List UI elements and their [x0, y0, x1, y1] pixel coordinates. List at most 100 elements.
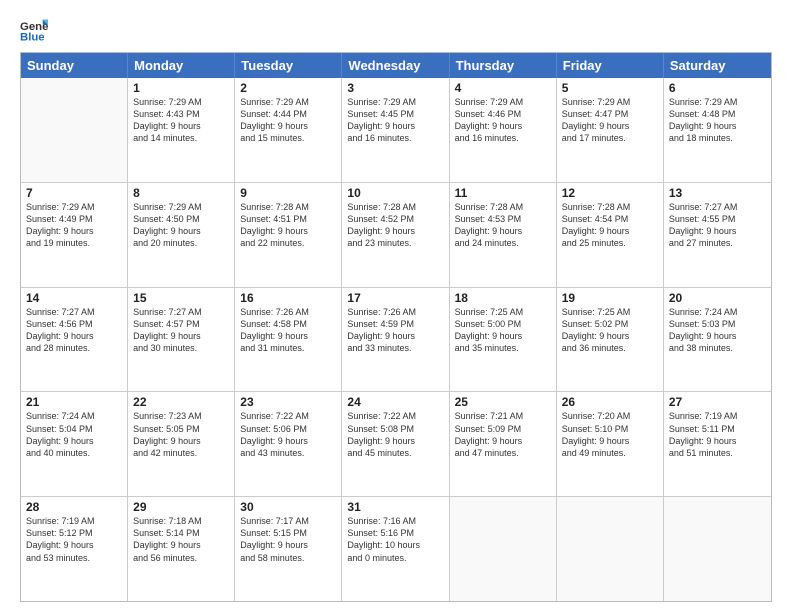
- calendar-cell: [557, 497, 664, 601]
- day-number: 20: [669, 291, 766, 305]
- calendar-cell: 7Sunrise: 7:29 AM Sunset: 4:49 PM Daylig…: [21, 183, 128, 287]
- day-number: 9: [240, 186, 336, 200]
- day-info: Sunrise: 7:25 AM Sunset: 5:02 PM Dayligh…: [562, 306, 658, 355]
- day-number: 31: [347, 500, 443, 514]
- calendar-cell: 3Sunrise: 7:29 AM Sunset: 4:45 PM Daylig…: [342, 78, 449, 182]
- day-info: Sunrise: 7:27 AM Sunset: 4:55 PM Dayligh…: [669, 201, 766, 250]
- calendar-cell: 11Sunrise: 7:28 AM Sunset: 4:53 PM Dayli…: [450, 183, 557, 287]
- header-cell-thursday: Thursday: [450, 53, 557, 78]
- day-info: Sunrise: 7:24 AM Sunset: 5:04 PM Dayligh…: [26, 410, 122, 459]
- calendar-cell: 2Sunrise: 7:29 AM Sunset: 4:44 PM Daylig…: [235, 78, 342, 182]
- day-number: 21: [26, 395, 122, 409]
- calendar-cell: 21Sunrise: 7:24 AM Sunset: 5:04 PM Dayli…: [21, 392, 128, 496]
- calendar-cell: 6Sunrise: 7:29 AM Sunset: 4:48 PM Daylig…: [664, 78, 771, 182]
- calendar-cell: 27Sunrise: 7:19 AM Sunset: 5:11 PM Dayli…: [664, 392, 771, 496]
- day-number: 17: [347, 291, 443, 305]
- header-cell-sunday: Sunday: [21, 53, 128, 78]
- day-number: 22: [133, 395, 229, 409]
- calendar-row: 14Sunrise: 7:27 AM Sunset: 4:56 PM Dayli…: [21, 288, 771, 393]
- calendar-row: 28Sunrise: 7:19 AM Sunset: 5:12 PM Dayli…: [21, 497, 771, 601]
- day-number: 2: [240, 81, 336, 95]
- day-info: Sunrise: 7:28 AM Sunset: 4:54 PM Dayligh…: [562, 201, 658, 250]
- logo-icon: General Blue: [20, 16, 48, 44]
- calendar-cell: 22Sunrise: 7:23 AM Sunset: 5:05 PM Dayli…: [128, 392, 235, 496]
- day-info: Sunrise: 7:28 AM Sunset: 4:51 PM Dayligh…: [240, 201, 336, 250]
- calendar-cell: 15Sunrise: 7:27 AM Sunset: 4:57 PM Dayli…: [128, 288, 235, 392]
- day-info: Sunrise: 7:27 AM Sunset: 4:56 PM Dayligh…: [26, 306, 122, 355]
- calendar-cell: 5Sunrise: 7:29 AM Sunset: 4:47 PM Daylig…: [557, 78, 664, 182]
- day-number: 18: [455, 291, 551, 305]
- page-header: General Blue: [20, 16, 772, 44]
- calendar-cell: 9Sunrise: 7:28 AM Sunset: 4:51 PM Daylig…: [235, 183, 342, 287]
- calendar-cell: 12Sunrise: 7:28 AM Sunset: 4:54 PM Dayli…: [557, 183, 664, 287]
- day-info: Sunrise: 7:22 AM Sunset: 5:08 PM Dayligh…: [347, 410, 443, 459]
- calendar-cell: 31Sunrise: 7:16 AM Sunset: 5:16 PM Dayli…: [342, 497, 449, 601]
- day-info: Sunrise: 7:28 AM Sunset: 4:53 PM Dayligh…: [455, 201, 551, 250]
- calendar-cell: 19Sunrise: 7:25 AM Sunset: 5:02 PM Dayli…: [557, 288, 664, 392]
- calendar-cell: 28Sunrise: 7:19 AM Sunset: 5:12 PM Dayli…: [21, 497, 128, 601]
- day-number: 8: [133, 186, 229, 200]
- day-number: 26: [562, 395, 658, 409]
- day-number: 29: [133, 500, 229, 514]
- day-number: 13: [669, 186, 766, 200]
- calendar-cell: [450, 497, 557, 601]
- calendar-cell: 4Sunrise: 7:29 AM Sunset: 4:46 PM Daylig…: [450, 78, 557, 182]
- day-number: 25: [455, 395, 551, 409]
- day-info: Sunrise: 7:29 AM Sunset: 4:49 PM Dayligh…: [26, 201, 122, 250]
- calendar-cell: [21, 78, 128, 182]
- logo: General Blue: [20, 16, 52, 44]
- header-cell-tuesday: Tuesday: [235, 53, 342, 78]
- day-number: 7: [26, 186, 122, 200]
- day-info: Sunrise: 7:26 AM Sunset: 4:58 PM Dayligh…: [240, 306, 336, 355]
- header-cell-friday: Friday: [557, 53, 664, 78]
- day-info: Sunrise: 7:22 AM Sunset: 5:06 PM Dayligh…: [240, 410, 336, 459]
- day-number: 1: [133, 81, 229, 95]
- day-info: Sunrise: 7:29 AM Sunset: 4:46 PM Dayligh…: [455, 96, 551, 145]
- day-number: 3: [347, 81, 443, 95]
- day-number: 5: [562, 81, 658, 95]
- day-info: Sunrise: 7:29 AM Sunset: 4:45 PM Dayligh…: [347, 96, 443, 145]
- day-info: Sunrise: 7:23 AM Sunset: 5:05 PM Dayligh…: [133, 410, 229, 459]
- day-info: Sunrise: 7:29 AM Sunset: 4:50 PM Dayligh…: [133, 201, 229, 250]
- day-number: 23: [240, 395, 336, 409]
- day-info: Sunrise: 7:29 AM Sunset: 4:44 PM Dayligh…: [240, 96, 336, 145]
- calendar-cell: 16Sunrise: 7:26 AM Sunset: 4:58 PM Dayli…: [235, 288, 342, 392]
- day-info: Sunrise: 7:18 AM Sunset: 5:14 PM Dayligh…: [133, 515, 229, 564]
- header-cell-monday: Monday: [128, 53, 235, 78]
- day-info: Sunrise: 7:20 AM Sunset: 5:10 PM Dayligh…: [562, 410, 658, 459]
- header-cell-wednesday: Wednesday: [342, 53, 449, 78]
- day-info: Sunrise: 7:26 AM Sunset: 4:59 PM Dayligh…: [347, 306, 443, 355]
- calendar-cell: 24Sunrise: 7:22 AM Sunset: 5:08 PM Dayli…: [342, 392, 449, 496]
- day-info: Sunrise: 7:28 AM Sunset: 4:52 PM Dayligh…: [347, 201, 443, 250]
- day-info: Sunrise: 7:19 AM Sunset: 5:12 PM Dayligh…: [26, 515, 122, 564]
- svg-text:Blue: Blue: [20, 32, 45, 44]
- day-info: Sunrise: 7:16 AM Sunset: 5:16 PM Dayligh…: [347, 515, 443, 564]
- calendar-cell: 29Sunrise: 7:18 AM Sunset: 5:14 PM Dayli…: [128, 497, 235, 601]
- day-number: 24: [347, 395, 443, 409]
- calendar-cell: 1Sunrise: 7:29 AM Sunset: 4:43 PM Daylig…: [128, 78, 235, 182]
- day-info: Sunrise: 7:27 AM Sunset: 4:57 PM Dayligh…: [133, 306, 229, 355]
- day-number: 6: [669, 81, 766, 95]
- calendar-cell: 14Sunrise: 7:27 AM Sunset: 4:56 PM Dayli…: [21, 288, 128, 392]
- calendar-cell: 30Sunrise: 7:17 AM Sunset: 5:15 PM Dayli…: [235, 497, 342, 601]
- day-number: 19: [562, 291, 658, 305]
- day-info: Sunrise: 7:29 AM Sunset: 4:43 PM Dayligh…: [133, 96, 229, 145]
- calendar-cell: 8Sunrise: 7:29 AM Sunset: 4:50 PM Daylig…: [128, 183, 235, 287]
- calendar-cell: 17Sunrise: 7:26 AM Sunset: 4:59 PM Dayli…: [342, 288, 449, 392]
- calendar-cell: 13Sunrise: 7:27 AM Sunset: 4:55 PM Dayli…: [664, 183, 771, 287]
- day-info: Sunrise: 7:21 AM Sunset: 5:09 PM Dayligh…: [455, 410, 551, 459]
- day-info: Sunrise: 7:25 AM Sunset: 5:00 PM Dayligh…: [455, 306, 551, 355]
- calendar-cell: 18Sunrise: 7:25 AM Sunset: 5:00 PM Dayli…: [450, 288, 557, 392]
- day-number: 12: [562, 186, 658, 200]
- calendar-cell: [664, 497, 771, 601]
- calendar-header: SundayMondayTuesdayWednesdayThursdayFrid…: [21, 53, 771, 78]
- day-number: 10: [347, 186, 443, 200]
- day-info: Sunrise: 7:29 AM Sunset: 4:48 PM Dayligh…: [669, 96, 766, 145]
- day-number: 4: [455, 81, 551, 95]
- day-number: 16: [240, 291, 336, 305]
- calendar: SundayMondayTuesdayWednesdayThursdayFrid…: [20, 52, 772, 602]
- calendar-cell: 23Sunrise: 7:22 AM Sunset: 5:06 PM Dayli…: [235, 392, 342, 496]
- header-cell-saturday: Saturday: [664, 53, 771, 78]
- day-number: 30: [240, 500, 336, 514]
- day-info: Sunrise: 7:24 AM Sunset: 5:03 PM Dayligh…: [669, 306, 766, 355]
